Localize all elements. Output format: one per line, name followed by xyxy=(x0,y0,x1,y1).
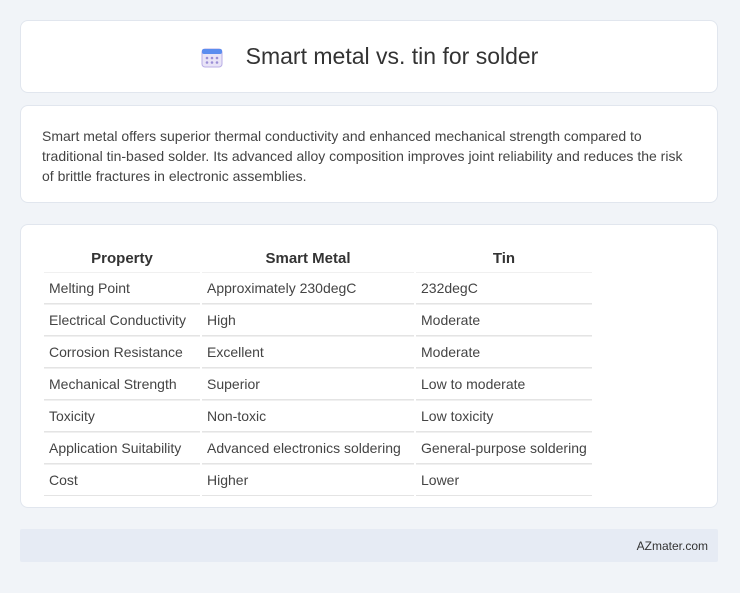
tin-cell: Lower xyxy=(416,464,592,496)
description-text: Smart metal offers superior thermal cond… xyxy=(42,128,683,184)
calendar-icon xyxy=(200,45,224,69)
smart-metal-cell: Non-toxic xyxy=(202,400,414,432)
smart-metal-cell: Superior xyxy=(202,368,414,400)
table-row: Electrical Conductivity High Moderate xyxy=(44,304,592,336)
table-row: Corrosion Resistance Excellent Moderate xyxy=(44,336,592,368)
smart-metal-cell: High xyxy=(202,304,414,336)
tin-cell: 232degC xyxy=(416,272,592,304)
header-tin: Tin xyxy=(492,250,516,267)
footer: AZmater.com xyxy=(20,529,718,562)
tin-cell: Low to moderate xyxy=(416,368,592,400)
property-cell: Corrosion Resistance xyxy=(44,336,200,368)
title-card: Smart metal vs. tin for solder xyxy=(20,20,718,93)
tin-cell: Moderate xyxy=(416,304,592,336)
property-cell: Cost xyxy=(44,464,200,496)
table-row: Melting Point Approximately 230degC 232d… xyxy=(44,272,592,304)
property-cell: Melting Point xyxy=(44,272,200,304)
smart-metal-cell: Excellent xyxy=(202,336,414,368)
smart-metal-cell: Advanced electronics soldering xyxy=(202,432,414,464)
table-header-row: Property Smart Metal Tin xyxy=(44,247,592,272)
table-row: Toxicity Non-toxic Low toxicity xyxy=(44,400,592,432)
table-row: Mechanical Strength Superior Low to mode… xyxy=(44,368,592,400)
footer-brand: AZmater.com xyxy=(636,538,708,553)
page-title: Smart metal vs. tin for solder xyxy=(245,43,539,69)
property-cell: Application Suitability xyxy=(44,432,200,464)
property-cell: Toxicity xyxy=(44,400,200,432)
property-cell: Mechanical Strength xyxy=(44,368,200,400)
header-property: Property xyxy=(91,250,153,267)
header-smart-metal: Smart Metal xyxy=(265,250,351,267)
comparison-table: Property Smart Metal Tin Melting Point A… xyxy=(42,247,594,496)
tin-cell: Moderate xyxy=(416,336,592,368)
tin-cell: General-purpose soldering xyxy=(416,432,592,464)
comparison-card: Property Smart Metal Tin Melting Point A… xyxy=(20,224,718,508)
table-row: Application Suitability Advanced electro… xyxy=(44,432,592,464)
smart-metal-cell: Higher xyxy=(202,464,414,496)
table-row: Cost Higher Lower xyxy=(44,464,592,496)
tin-cell: Low toxicity xyxy=(416,400,592,432)
description-card: Smart metal offers superior thermal cond… xyxy=(20,105,718,203)
property-cell: Electrical Conductivity xyxy=(44,304,200,336)
smart-metal-cell: Approximately 230degC xyxy=(202,272,414,304)
